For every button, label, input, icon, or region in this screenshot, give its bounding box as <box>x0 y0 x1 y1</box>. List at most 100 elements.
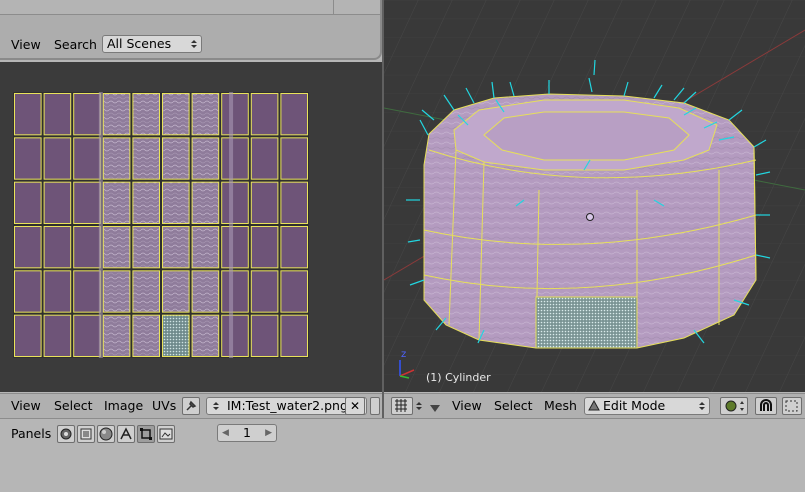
uv-face[interactable] <box>132 270 161 313</box>
uv-face[interactable] <box>280 226 308 269</box>
uv-face[interactable] <box>191 137 220 180</box>
uv-face[interactable] <box>43 226 72 269</box>
uv-face[interactable] <box>191 314 220 358</box>
uv-face[interactable] <box>250 181 279 224</box>
uv-face[interactable] <box>73 137 101 180</box>
uv-face[interactable] <box>191 181 220 224</box>
frame-value: 1 <box>243 425 251 440</box>
unlink-image-button[interactable]: ✕ <box>345 397 365 415</box>
uv-face[interactable] <box>191 93 220 136</box>
script-context-icon[interactable] <box>77 425 95 443</box>
editing-context-icon[interactable] <box>137 425 155 443</box>
uv-face[interactable] <box>280 181 308 224</box>
uv-face[interactable] <box>73 226 101 269</box>
uv-face[interactable] <box>102 137 131 180</box>
uv-face[interactable] <box>191 270 220 313</box>
outliner-list-strip <box>0 0 380 15</box>
uv-face[interactable] <box>132 181 161 224</box>
axis-z-label: z <box>401 349 407 360</box>
uv-face[interactable] <box>250 270 279 313</box>
uv-face[interactable] <box>221 181 249 224</box>
magnet-icon[interactable] <box>755 397 777 415</box>
3d-viewport[interactable]: z <box>384 0 805 392</box>
uv-face[interactable] <box>162 181 190 224</box>
uv-face[interactable] <box>14 137 42 180</box>
shading-context-icon[interactable] <box>97 425 115 443</box>
scene-select[interactable]: All Scenes <box>102 35 202 53</box>
uv-face[interactable] <box>73 314 101 358</box>
uv-face[interactable] <box>162 314 190 358</box>
uv-menu-select[interactable]: Select <box>54 398 93 414</box>
uv-face[interactable] <box>280 137 308 180</box>
uv-face[interactable] <box>280 270 308 313</box>
uv-face[interactable] <box>132 137 161 180</box>
uv-face[interactable] <box>250 226 279 269</box>
uv-face[interactable] <box>14 226 42 269</box>
next-frame-arrow-icon[interactable]: ▶ <box>265 425 272 441</box>
viewport-type-button[interactable] <box>391 397 413 415</box>
proportional-edit-icon[interactable] <box>782 397 802 415</box>
uv-face[interactable] <box>43 181 72 224</box>
uv-face[interactable] <box>14 270 42 313</box>
uv-face[interactable] <box>43 137 72 180</box>
draw-type-button[interactable] <box>720 397 748 415</box>
uv-face[interactable] <box>221 270 249 313</box>
uv-face[interactable] <box>221 137 249 180</box>
uv-face[interactable] <box>250 314 279 358</box>
more-arrow-icon[interactable] <box>370 397 380 415</box>
uv-face[interactable] <box>280 93 308 136</box>
uv-face[interactable] <box>221 226 249 269</box>
uv-menu-image[interactable]: Image <box>104 398 143 414</box>
uv-face[interactable] <box>73 270 101 313</box>
collapse-menu-icon[interactable] <box>430 402 440 416</box>
object-origin <box>586 213 594 221</box>
uv-face[interactable] <box>162 137 190 180</box>
uv-face[interactable] <box>250 93 279 136</box>
uv-face[interactable] <box>162 226 190 269</box>
uv-face[interactable] <box>280 314 308 358</box>
uv-face[interactable] <box>14 93 42 136</box>
uv-face[interactable] <box>14 181 42 224</box>
mode-select[interactable]: Edit Mode <box>584 397 710 415</box>
uv-editor-header: View Select Image UVs IM:Test_water2.png… <box>0 393 382 418</box>
image-select[interactable]: IM:Test_water2.png <box>206 397 367 415</box>
pin-icon[interactable] <box>182 397 200 415</box>
object-label: (1) Cylinder <box>426 371 491 384</box>
uv-face[interactable] <box>102 93 131 136</box>
uv-face[interactable] <box>14 314 42 358</box>
outliner-menu-view[interactable]: View <box>11 37 41 53</box>
uv-face[interactable] <box>221 314 249 358</box>
uv-face[interactable] <box>191 226 220 269</box>
uv-face[interactable] <box>250 137 279 180</box>
uv-face[interactable] <box>102 226 131 269</box>
prev-frame-arrow-icon[interactable]: ◀ <box>222 425 229 441</box>
object-context-icon[interactable] <box>117 425 135 443</box>
uv-face[interactable] <box>73 93 101 136</box>
uv-menu-uvs[interactable]: UVs <box>152 398 176 414</box>
uv-face[interactable] <box>43 314 72 358</box>
uv-face[interactable] <box>73 181 101 224</box>
uv-menu-view[interactable]: View <box>11 398 41 414</box>
uv-face[interactable] <box>43 270 72 313</box>
view-menu-view[interactable]: View <box>452 398 482 414</box>
uv-face[interactable] <box>132 314 161 358</box>
logic-context-icon[interactable] <box>57 425 75 443</box>
frame-number-field[interactable]: ◀ 1 ▶ <box>217 424 277 442</box>
close-icon: ✕ <box>349 399 361 413</box>
scene-context-icon[interactable] <box>157 425 175 443</box>
outliner-scrollbar[interactable] <box>333 0 334 14</box>
outliner-menu-search[interactable]: Search <box>54 37 97 53</box>
uv-face[interactable] <box>102 270 131 313</box>
uv-face[interactable] <box>221 93 249 136</box>
uv-face[interactable] <box>162 93 190 136</box>
uv-face[interactable] <box>132 226 161 269</box>
view-menu-mesh[interactable]: Mesh <box>544 398 577 414</box>
uv-face[interactable] <box>162 270 190 313</box>
uv-face[interactable] <box>102 314 131 358</box>
uv-layout-grid[interactable] <box>13 92 309 358</box>
uv-face[interactable] <box>132 93 161 136</box>
uv-face[interactable] <box>102 181 131 224</box>
uv-face[interactable] <box>43 93 72 136</box>
view-menu-select[interactable]: Select <box>494 398 533 414</box>
outliner-window: View Search All Scenes <box>0 0 382 60</box>
